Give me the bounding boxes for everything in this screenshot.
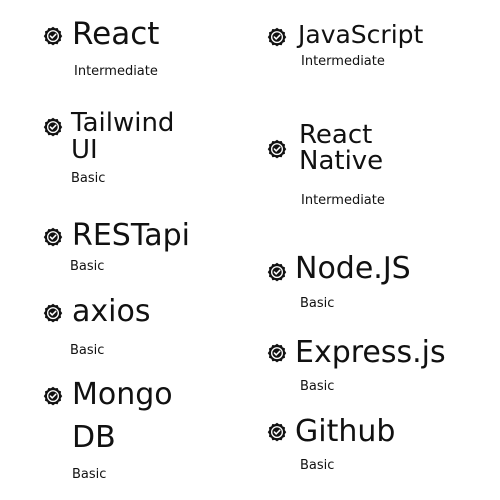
skill-name: axios — [72, 294, 151, 329]
skill-name: RESTapi — [72, 218, 190, 253]
skill-level: Intermediate — [74, 64, 158, 79]
skill-level: Basic — [70, 259, 105, 274]
verified-badge-icon — [43, 117, 63, 137]
skill-name-line-1: Mongo — [72, 377, 173, 412]
skill-name-line-2: Native — [299, 146, 384, 176]
verified-badge-icon — [267, 262, 287, 282]
skill-name-line-2: DB — [72, 420, 116, 455]
verified-badge-icon — [43, 386, 63, 406]
skill-name: Express.js — [295, 335, 446, 370]
skill-name: React — [72, 16, 160, 52]
verified-badge-icon — [267, 139, 287, 159]
skill-level: Intermediate — [301, 193, 385, 208]
skill-name: Node.JS — [295, 251, 411, 286]
skill-name: Github — [295, 414, 396, 449]
skill-level: Intermediate — [301, 54, 385, 69]
verified-badge-icon — [267, 27, 287, 47]
skill-level: Basic — [300, 296, 335, 311]
skill-level: Basic — [300, 458, 335, 473]
skill-name-line-2: UI — [71, 135, 98, 165]
verified-badge-icon — [43, 227, 63, 247]
verified-badge-icon — [43, 303, 63, 323]
verified-badge-icon — [267, 343, 287, 363]
skill-level: Basic — [70, 343, 105, 358]
skill-name-line-1: Tailwind — [71, 108, 175, 138]
skills-page: { "left_column": [ {"name": "React", "le… — [0, 0, 500, 500]
skill-level: Basic — [72, 467, 107, 482]
skill-level: Basic — [71, 171, 106, 186]
skill-name-line-1: React — [299, 120, 373, 150]
verified-badge-icon — [267, 422, 287, 442]
verified-badge-icon — [43, 26, 63, 46]
skill-level: Basic — [300, 379, 335, 394]
skill-name: JavaScript — [298, 20, 424, 49]
